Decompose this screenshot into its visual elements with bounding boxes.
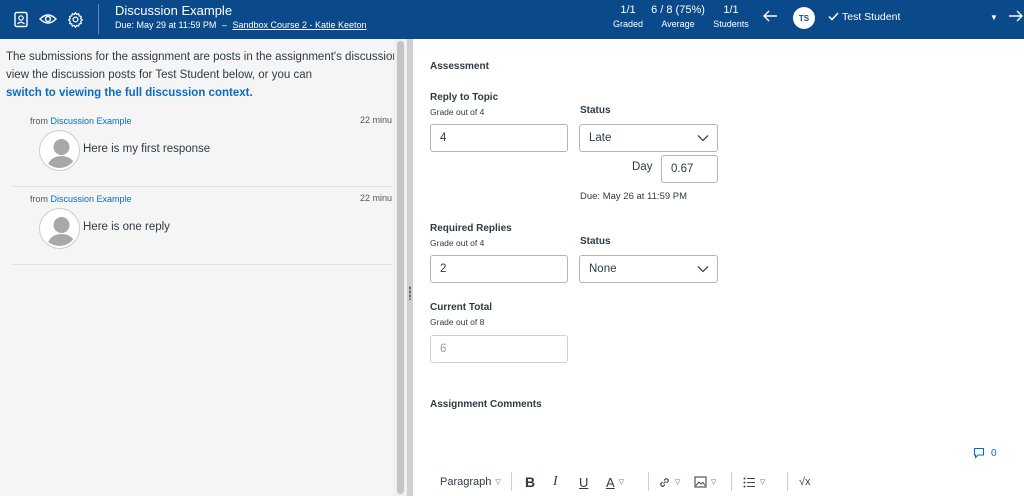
arrow-left-icon[interactable] bbox=[762, 9, 778, 28]
late-day-label: Day bbox=[632, 161, 653, 173]
required-replies-grade-input[interactable]: 2 bbox=[430, 255, 568, 283]
image-icon bbox=[694, 476, 707, 488]
reply-to-topic-status-label: Status bbox=[580, 105, 611, 116]
gradebook-icon[interactable] bbox=[12, 10, 30, 28]
paragraph-format-menu[interactable]: Paragraph ▽ bbox=[440, 474, 501, 490]
gear-icon[interactable] bbox=[66, 10, 84, 28]
post-message: Here is one reply bbox=[83, 221, 170, 233]
chevron-down-icon: ▽ bbox=[675, 479, 681, 486]
assignment-title[interactable]: Discussion Example bbox=[115, 3, 232, 18]
due-separator: – bbox=[221, 20, 227, 30]
chevron-down-icon bbox=[697, 266, 709, 273]
header-divider bbox=[98, 4, 99, 34]
current-total-grade-out-of: Grade out of 8 bbox=[430, 317, 485, 327]
reply-to-topic-grade-out-of: Grade out of 4 bbox=[430, 107, 485, 117]
math-equation-button[interactable]: √x bbox=[799, 474, 811, 490]
required-replies-grade-out-of: Grade out of 4 bbox=[430, 238, 485, 248]
post-source-link[interactable]: Discussion Example bbox=[51, 194, 132, 204]
chevron-down-icon bbox=[697, 135, 709, 142]
post-message: Here is my first response bbox=[83, 143, 211, 155]
rich-text-toolbar: Paragraph ▽ B I U A ▽ ▽ ▽ ▽ √x bbox=[413, 468, 1024, 496]
stat-students: 1/1 Students bbox=[710, 4, 752, 29]
student-name: Test Student bbox=[842, 11, 901, 23]
assessment-heading: Assessment bbox=[430, 61, 489, 72]
assignment-due-line: Due: May 29 at 11:59 PM – Sandbox Course… bbox=[115, 20, 367, 30]
comment-icon bbox=[973, 447, 985, 459]
student-avatar[interactable]: TS bbox=[793, 7, 815, 29]
toolbar-divider bbox=[731, 472, 732, 491]
chevron-down-icon: ▽ bbox=[495, 479, 501, 486]
stat-average: 6 / 8 (75%) Average bbox=[648, 4, 708, 29]
underline-button[interactable]: U bbox=[579, 474, 588, 490]
post-source: from Discussion Example bbox=[30, 194, 132, 204]
paragraph-format-label: Paragraph bbox=[440, 476, 492, 488]
stat-value: 1/1 bbox=[723, 4, 739, 16]
stat-value: 1/1 bbox=[620, 4, 636, 16]
avatar bbox=[40, 131, 79, 170]
comment-count: 0 bbox=[991, 447, 997, 459]
text-color-label: A bbox=[606, 474, 615, 490]
required-replies-status-label: Status bbox=[580, 236, 611, 247]
stat-label: Students bbox=[713, 19, 749, 29]
stat-label: Graded bbox=[612, 19, 644, 29]
link-button[interactable]: ▽ bbox=[658, 474, 680, 490]
toolbar-divider bbox=[511, 472, 512, 491]
toolbar-divider bbox=[648, 472, 649, 491]
chevron-down-icon: ▽ bbox=[618, 479, 625, 486]
post-source: from Discussion Example bbox=[30, 116, 132, 126]
discussion-post: from Discussion Example 22 minutes ago H… bbox=[12, 190, 392, 265]
intro-text-line1: The submissions for the assignment are p… bbox=[6, 51, 394, 63]
chevron-down-icon: ▽ bbox=[760, 479, 766, 486]
bulleted-list-icon bbox=[743, 477, 755, 487]
post-from-label: from bbox=[30, 194, 48, 204]
required-replies-label: Required Replies bbox=[430, 223, 512, 234]
reply-to-topic-label: Reply to Topic bbox=[430, 92, 499, 103]
speedgrader-header: Discussion Example Due: May 29 at 11:59 … bbox=[0, 0, 1024, 39]
submission-pane: The submissions for the assignment are p… bbox=[0, 39, 394, 496]
toolbar-divider bbox=[787, 472, 788, 491]
stat-value: 6 / 8 (75%) bbox=[651, 4, 705, 16]
status-selected-value: None bbox=[589, 263, 617, 275]
reply-to-topic-due-date: Due: May 26 at 11:59 PM bbox=[580, 191, 688, 202]
avatar bbox=[40, 209, 79, 248]
reply-to-topic-grade-input[interactable]: 4 bbox=[430, 124, 568, 152]
required-replies-status-select[interactable]: None bbox=[579, 255, 718, 283]
arrow-right-icon[interactable] bbox=[1008, 9, 1024, 28]
drag-grip-icon bbox=[409, 286, 411, 300]
status-selected-value: Late bbox=[589, 132, 612, 144]
italic-button[interactable]: I bbox=[553, 474, 558, 490]
full-discussion-link[interactable]: switch to viewing the full discussion co… bbox=[6, 84, 394, 102]
post-from-label: from bbox=[30, 116, 48, 126]
submission-intro: The submissions for the assignment are p… bbox=[6, 48, 394, 102]
link-icon bbox=[660, 477, 669, 487]
current-total-input: 6 bbox=[430, 335, 568, 363]
course-link[interactable]: Sandbox Course 2 - Katie Keeton bbox=[232, 20, 366, 30]
reply-to-topic-status-select[interactable]: Late bbox=[579, 124, 718, 152]
comment-count-button[interactable]: 0 bbox=[973, 447, 997, 459]
caret-down-icon[interactable]: ▼ bbox=[990, 13, 998, 22]
chevron-down-icon: ▽ bbox=[711, 479, 717, 486]
assignment-due-date: Due: May 29 at 11:59 PM bbox=[115, 20, 217, 30]
image-button[interactable]: ▽ bbox=[694, 474, 716, 490]
current-total-label: Current Total bbox=[430, 302, 493, 313]
post-timestamp: 22 minutes ago bbox=[360, 193, 392, 203]
intro-text-line2: view the discussion posts for Test Stude… bbox=[6, 69, 312, 81]
list-button[interactable]: ▽ bbox=[743, 474, 765, 490]
scrollbar-thumb[interactable] bbox=[397, 41, 404, 494]
eye-icon[interactable] bbox=[39, 10, 57, 28]
bold-button[interactable]: B bbox=[525, 474, 535, 490]
late-day-input[interactable]: 0.67 bbox=[661, 155, 718, 183]
post-source-link[interactable]: Discussion Example bbox=[51, 116, 132, 126]
checkmark-icon bbox=[828, 12, 839, 21]
assignment-comments-heading: Assignment Comments bbox=[430, 399, 542, 410]
stat-label: Average bbox=[661, 19, 695, 29]
grading-pane: Assessment Reply to Topic Grade out of 4… bbox=[413, 39, 1024, 496]
left-pane-scrollbar[interactable] bbox=[394, 39, 407, 496]
stat-graded: 1/1 Graded bbox=[610, 4, 646, 29]
text-color-button[interactable]: A ▽ bbox=[606, 474, 624, 490]
post-timestamp: 22 minutes ago bbox=[360, 115, 392, 125]
student-selector[interactable]: Test Student bbox=[828, 11, 900, 23]
discussion-post: from Discussion Example 22 minutes ago H… bbox=[12, 112, 392, 187]
